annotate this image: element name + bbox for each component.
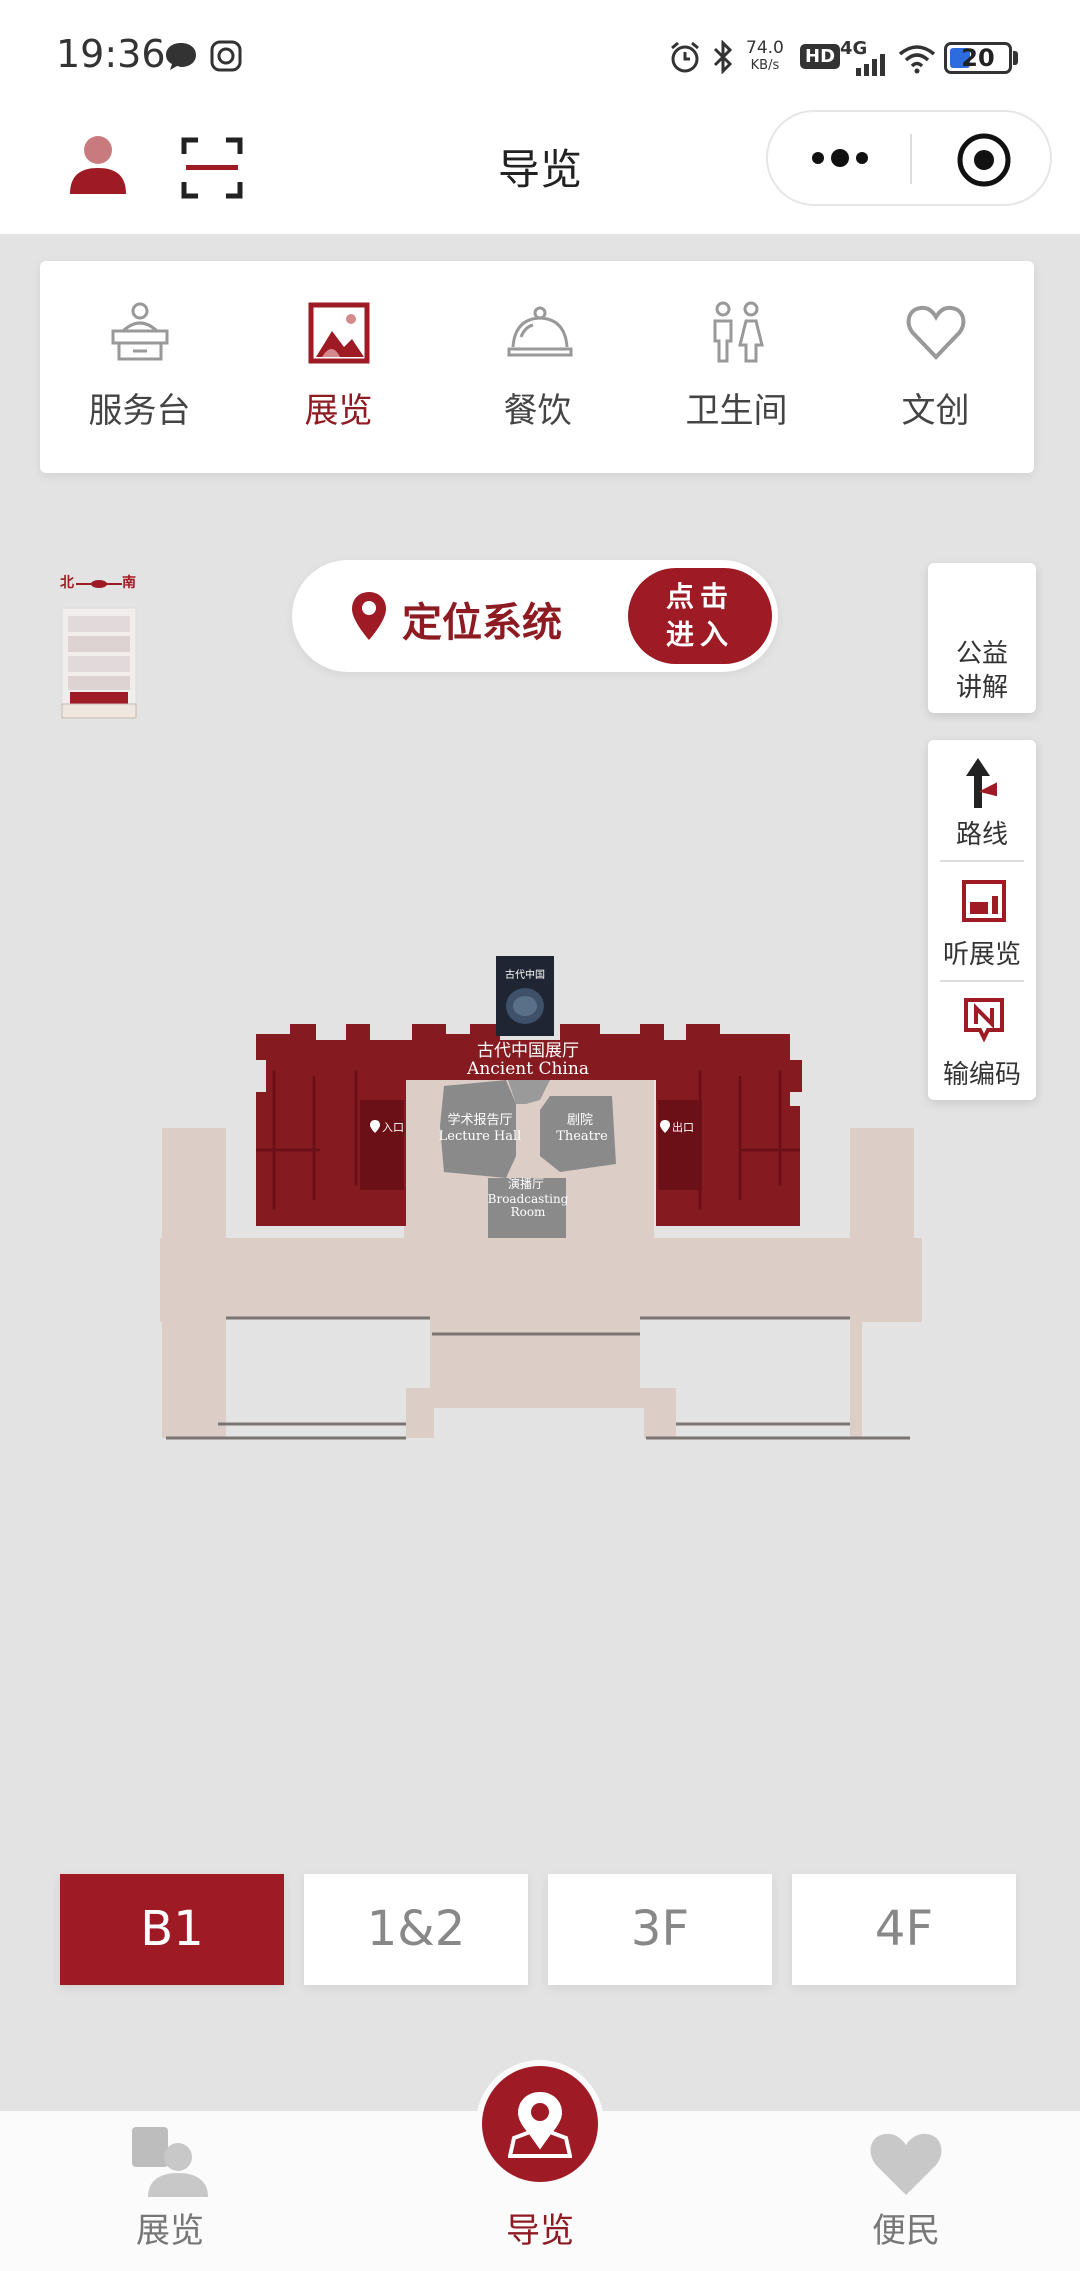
locate-enter-button[interactable]: 点击 进入	[628, 568, 772, 664]
ancient-china-en-label: Ancient China	[466, 1059, 589, 1079]
guide-label: 公益 讲解	[928, 637, 1036, 705]
hd-badge: HD	[800, 44, 841, 69]
message-icon	[166, 43, 196, 70]
floor-tab-b1[interactable]: B1	[60, 1874, 284, 1985]
route-button[interactable]: 路线	[928, 740, 1036, 860]
battery-cap	[1013, 51, 1018, 65]
battery-percent: 20	[961, 44, 995, 72]
capsule-divider	[910, 134, 912, 184]
nav-services[interactable]: 便民	[796, 2111, 1016, 2271]
category-exhibition[interactable]: 展览	[239, 261, 438, 473]
status-time: 19:36	[56, 32, 166, 76]
audio-exhibition-icon	[962, 880, 1006, 922]
dining-cloche-icon	[507, 306, 573, 357]
app-notification-icon	[210, 40, 242, 72]
guide-line-2: 讲解	[955, 673, 1008, 703]
locate-system-pill[interactable]: 定位系统 点击 进入	[292, 560, 778, 672]
battery-icon: 20	[944, 42, 1012, 74]
public-guide-button[interactable]: 公益 讲解	[928, 563, 1036, 713]
route-label: 路线	[955, 820, 1008, 850]
exhibition-picture-icon	[308, 302, 370, 364]
category-service-desk[interactable]: 服务台	[40, 261, 239, 473]
category-creative[interactable]: 文创	[836, 261, 1035, 473]
category-restroom[interactable]: 卫生间	[637, 261, 836, 473]
south-label: 南	[122, 575, 136, 591]
broadcasting-en-label-1: Broadcasting	[488, 1192, 569, 1206]
route-arrow-icon	[966, 758, 997, 808]
more-icon[interactable]	[808, 142, 872, 174]
signal-icon	[856, 54, 885, 76]
entrance-label: 入口	[382, 1121, 404, 1134]
speed-unit: KB/s	[750, 58, 780, 73]
nav-exhibition[interactable]: 展览	[60, 2111, 280, 2271]
lecture-hall-cn-label: 学术报告厅	[447, 1112, 512, 1128]
category-dining[interactable]: 餐饮	[438, 261, 637, 473]
heart-nav-icon	[870, 2133, 942, 2195]
broadcasting-cn-label: 演播厅	[508, 1176, 544, 1191]
button-line-2: 进入	[665, 618, 734, 651]
guide-center-button[interactable]	[482, 2066, 598, 2182]
north-label: 北	[60, 575, 74, 591]
poster-thumbnail[interactable]: 古代中国	[496, 956, 554, 1036]
category-bar: 服务台 展览 餐饮 卫生间 文创	[40, 261, 1034, 473]
category-label: 文创	[901, 391, 970, 431]
wifi-icon	[898, 45, 936, 74]
category-label: 服务台	[88, 391, 191, 431]
poster-title: 古代中国	[505, 968, 545, 981]
category-label: 卫生间	[685, 391, 788, 431]
nav-label: 展览	[136, 2211, 204, 2251]
top-header: 导览	[0, 110, 1080, 234]
mini-program-capsule	[766, 110, 1052, 206]
mini-map-graphic	[61, 580, 137, 719]
target-icon[interactable]	[956, 132, 1012, 188]
speed-value: 74.0	[746, 38, 784, 58]
guide-location-icon	[508, 2092, 572, 2158]
restroom-icon	[713, 301, 764, 363]
theatre-en-label: Theatre	[556, 1129, 608, 1144]
locate-label: 定位系统	[402, 600, 562, 646]
guide-line-1: 公益	[955, 639, 1008, 669]
nav-label: 便民	[872, 2211, 940, 2251]
network-speed: 74.0 KB/s	[746, 40, 784, 74]
bluetooth-icon	[713, 40, 733, 74]
lecture-hall-en-label: Lecture Hall	[439, 1129, 522, 1144]
floor-map[interactable]: 古代中国 古代中国展厅 Ancient China 学术报告厅 Lecture …	[0, 920, 1080, 1460]
status-bar: 19:36 74.0 KB/s HD 4G 20	[0, 0, 1080, 110]
broadcasting-en-label-2: Room	[511, 1205, 546, 1219]
exit-label: 出口	[672, 1120, 694, 1134]
floor-tab-4f[interactable]: 4F	[792, 1874, 1016, 1985]
mini-map[interactable]: 北 南	[56, 572, 142, 732]
category-label: 展览	[304, 391, 373, 431]
nav-label: 导览	[506, 2211, 574, 2251]
floor-tab-1-2[interactable]: 1&2	[304, 1874, 528, 1985]
floor-tab-3f[interactable]: 3F	[548, 1874, 772, 1985]
category-label: 餐饮	[503, 391, 572, 431]
heart-icon	[906, 305, 966, 360]
service-desk-icon	[111, 302, 169, 361]
theatre-cn-label: 剧院	[567, 1113, 593, 1128]
location-pin-icon	[352, 592, 386, 640]
button-line-1: 点击	[665, 580, 734, 613]
alarm-icon	[671, 41, 699, 73]
ancient-china-cn-label: 古代中国展厅	[477, 1041, 579, 1061]
exhibition-nav-icon	[132, 2127, 208, 2197]
